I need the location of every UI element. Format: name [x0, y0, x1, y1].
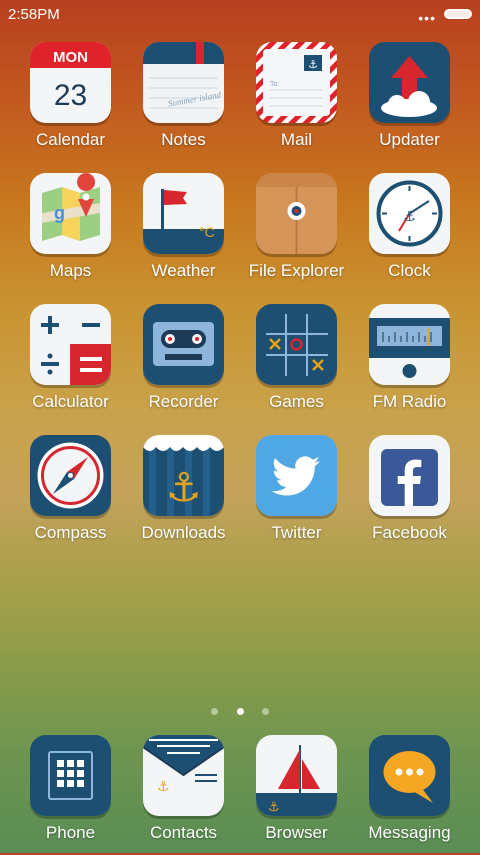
- weather-unit: °C: [199, 224, 215, 240]
- status-time: 2:58PM: [8, 6, 60, 23]
- app-compass[interactable]: Compass: [14, 435, 127, 555]
- svg-text:⚓: ⚓: [157, 779, 170, 795]
- svg-text:⚓: ⚓: [308, 58, 318, 71]
- app-weather[interactable]: °C Weather: [127, 173, 240, 293]
- app-fm-radio[interactable]: FM Radio: [353, 304, 466, 424]
- weather-icon: °C: [143, 173, 224, 254]
- messaging-icon: [369, 735, 450, 816]
- phone-icon: [30, 735, 111, 816]
- page-dot[interactable]: [211, 708, 219, 715]
- mail-to: To:: [270, 81, 279, 88]
- svg-text:g: g: [54, 203, 65, 223]
- notes-icon: Summer island: [143, 42, 224, 123]
- calendar-date: 23: [54, 79, 87, 112]
- app-games[interactable]: Games: [240, 304, 353, 424]
- contacts-icon: ⚓: [143, 735, 224, 816]
- calculator-icon: [30, 304, 111, 385]
- file-explorer-icon: [256, 173, 337, 254]
- compass-icon: [30, 435, 111, 516]
- app-calculator[interactable]: Calculator: [14, 304, 127, 424]
- downloads-icon: ⚓: [143, 435, 224, 516]
- svg-text:⚓: ⚓: [268, 800, 280, 815]
- app-clock[interactable]: ⚓ Clock: [353, 173, 466, 293]
- recorder-icon: [143, 304, 224, 385]
- maps-icon: g: [30, 173, 111, 254]
- battery-icon: [444, 9, 472, 19]
- app-label: Updater: [379, 130, 440, 149]
- app-calendar[interactable]: MON 23 Calendar: [14, 42, 127, 162]
- app-maps[interactable]: g Maps: [14, 173, 127, 293]
- calendar-day: MON: [53, 49, 88, 66]
- app-label: FM Radio: [372, 392, 447, 411]
- page-indicator[interactable]: [0, 702, 480, 720]
- app-notes[interactable]: Summer island Notes: [127, 42, 240, 162]
- page-dot-active[interactable]: [236, 708, 244, 715]
- app-recorder[interactable]: Recorder: [127, 304, 240, 424]
- app-facebook[interactable]: Facebook: [353, 435, 466, 555]
- clock-icon: ⚓: [369, 173, 450, 254]
- app-mail[interactable]: ⚓ To: Mail: [240, 42, 353, 162]
- app-label: Facebook: [372, 523, 447, 542]
- app-downloads[interactable]: ⚓ Downloads: [127, 435, 240, 555]
- more-dots-icon: •••: [418, 10, 436, 26]
- mail-icon: ⚓ To:: [256, 42, 337, 123]
- twitter-icon: [256, 435, 337, 516]
- svg-text:⚓: ⚓: [403, 209, 416, 225]
- fm-radio-icon: [369, 304, 450, 385]
- games-icon: [256, 304, 337, 385]
- updater-icon: [369, 42, 450, 123]
- page-dot[interactable]: [261, 708, 269, 715]
- facebook-icon: [369, 435, 450, 516]
- app-label: Messaging: [368, 823, 451, 842]
- dock-messaging[interactable]: Messaging: [353, 735, 466, 855]
- app-twitter[interactable]: Twitter: [240, 435, 353, 555]
- app-file-explorer[interactable]: File Explorer: [240, 173, 353, 293]
- dock-contacts[interactable]: ⚓ Contacts: [127, 735, 240, 855]
- dock-browser[interactable]: ⚓ Browser: [240, 735, 353, 855]
- browser-icon: ⚓: [256, 735, 337, 816]
- svg-text:⚓: ⚓: [166, 465, 202, 511]
- dock-phone[interactable]: Phone: [14, 735, 127, 855]
- calendar-icon: MON 23: [30, 42, 111, 123]
- status-bar: 2:58PM •••: [0, 0, 480, 28]
- app-label: Clock: [388, 261, 431, 280]
- app-updater[interactable]: Updater: [353, 42, 466, 162]
